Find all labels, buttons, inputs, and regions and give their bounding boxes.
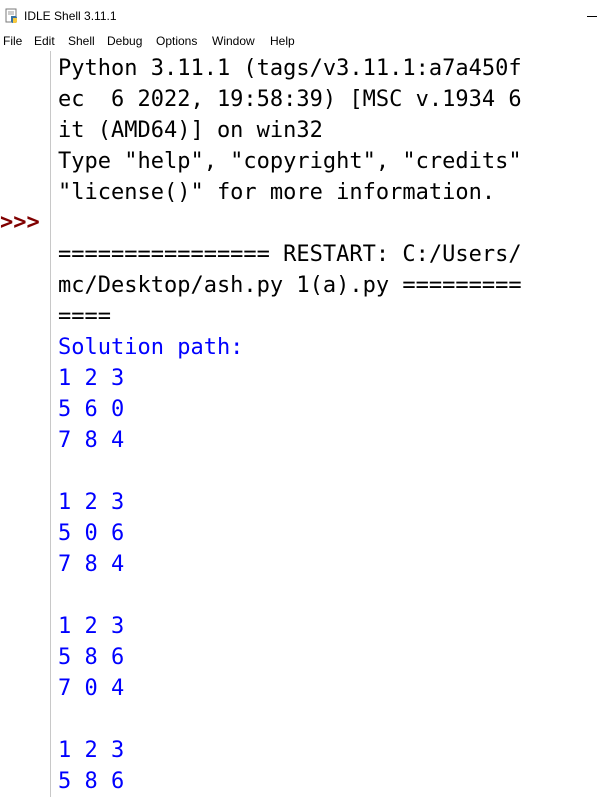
prompt-gutter: >>> [0, 51, 51, 797]
shell-line: 7 0 4 [58, 676, 125, 701]
shell-prompt: >>> [0, 210, 40, 235]
shell-line: 1 2 3 [58, 614, 125, 639]
shell-line: Type "help", "copyright", "credits" [58, 149, 522, 174]
idle-shell-window: IDLE Shell 3.11.1 File Edit Shell Debug … [0, 0, 615, 797]
shell-line: 5 8 6 [58, 645, 125, 670]
menu-help[interactable]: Help [270, 34, 295, 48]
shell-line: 7 8 4 [58, 428, 125, 453]
shell-line: 5 8 6 [58, 769, 125, 794]
menu-debug[interactable]: Debug [107, 34, 142, 48]
shell-line: 7 8 4 [58, 552, 125, 577]
shell-line: Python 3.11.1 (tags/v3.11.1:a7a450f [58, 56, 522, 81]
menu-file[interactable]: File [3, 34, 22, 48]
shell-line: Solution path: [58, 335, 244, 360]
menu-shell[interactable]: Shell [68, 34, 95, 48]
menu-bar: File Edit Shell Debug Options Window Hel… [0, 31, 615, 51]
shell-line: it (AMD64)] on win32 [58, 118, 323, 143]
minimize-icon [586, 16, 597, 17]
shell-line: "license()" for more information. [58, 180, 496, 205]
shell-output[interactable]: Python 3.11.1 (tags/v3.11.1:a7a450f ec 6 … [58, 53, 615, 797]
shell-line: 1 2 3 [58, 490, 125, 515]
menu-options[interactable]: Options [156, 34, 197, 48]
shell-line: ================ RESTART: C:/Users/ [58, 242, 522, 267]
python-idle-icon [5, 8, 17, 23]
window-title: IDLE Shell 3.11.1 [24, 9, 117, 23]
shell-line: ec 6 2022, 19:58:39) [MSC v.1934 6 [58, 87, 522, 112]
menu-window[interactable]: Window [212, 34, 255, 48]
shell-line: 5 6 0 [58, 397, 125, 422]
shell-line: mc/Desktop/ash.py 1(a).py ========= [58, 273, 522, 298]
shell-line: 1 2 3 [58, 738, 125, 763]
shell-editor[interactable]: >>> Python 3.11.1 (tags/v3.11.1:a7a450f e… [0, 51, 615, 797]
shell-line: 5 0 6 [58, 521, 125, 546]
shell-line: ==== [58, 304, 111, 329]
minimize-button[interactable] [568, 0, 615, 31]
shell-line: 1 2 3 [58, 366, 125, 391]
title-bar[interactable]: IDLE Shell 3.11.1 [0, 0, 615, 31]
menu-edit[interactable]: Edit [34, 34, 55, 48]
